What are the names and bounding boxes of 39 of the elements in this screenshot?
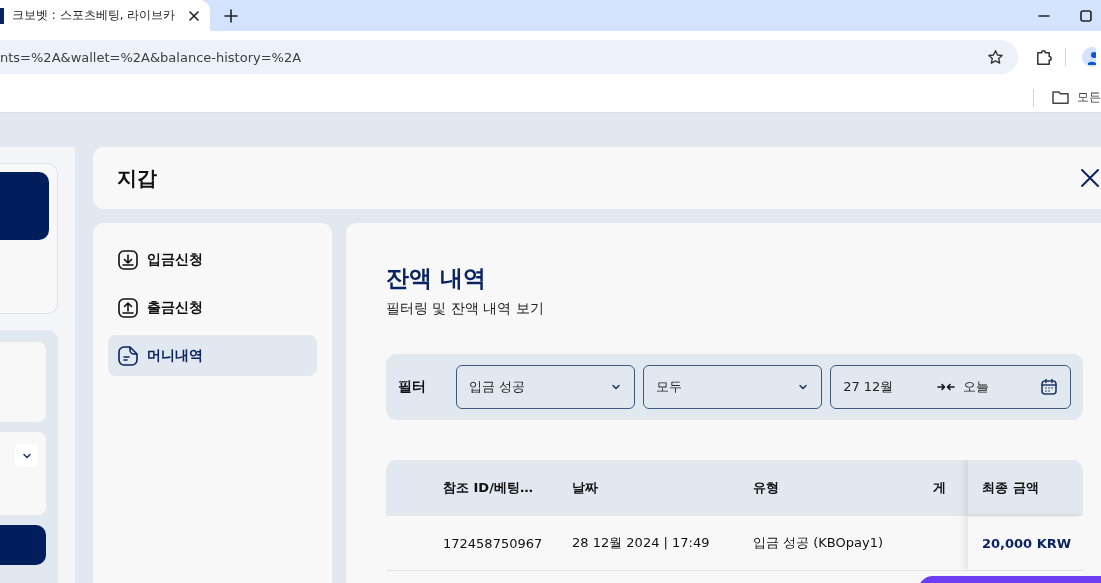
filter-select[interactable]: 입금 성공 (456, 365, 636, 409)
column-header: 참조 ID/베팅… (443, 478, 534, 497)
close-icon[interactable] (1080, 168, 1100, 188)
upload-icon (117, 296, 139, 319)
table-cell-text: 입금 성공 (KBOpay1) (753, 534, 885, 552)
calendar-icon[interactable] (1040, 378, 1058, 396)
browser-tab[interactable]: 크보벳 : 스포츠베팅, 라이브카 (0, 0, 210, 31)
address-bar[interactable]: nts=%2A&wallet=%2A&balance-history=%2A (0, 40, 1018, 74)
column-header: 유형 (753, 478, 780, 497)
page-subtitle: 필터링 및 잔액 내역 보기 (386, 300, 545, 318)
arrows-inward-icon (937, 382, 956, 392)
star-icon[interactable] (987, 48, 1004, 66)
column-header: 최종 금액 (968, 460, 1083, 515)
action-button[interactable] (0, 525, 46, 565)
wallet-title: 지갑 (117, 164, 158, 192)
maximize-icon[interactable] (1080, 9, 1092, 22)
puzzle-icon[interactable] (1034, 47, 1053, 67)
filter-label: 필터 (398, 378, 427, 396)
tab-title: 크보벳 : 스포츠베팅, 라이브카 (12, 7, 177, 24)
close-icon[interactable] (188, 9, 200, 22)
favicon-icon (0, 7, 4, 24)
new-tab-icon[interactable] (224, 8, 238, 23)
column-header: 날짜 (572, 478, 599, 497)
menu-item[interactable]: 출금신청 (108, 287, 317, 328)
menu-item[interactable]: 머니내역 (108, 335, 317, 376)
dropdown-button[interactable] (15, 444, 38, 467)
folder-icon[interactable] (1052, 90, 1069, 105)
filter-select[interactable]: 모두 (643, 365, 823, 409)
column-header: 게 (933, 478, 947, 497)
table-cell: 20,000 KRW (968, 516, 1083, 570)
download-icon (117, 248, 139, 271)
table-cell-text: 28 12월 2024 | 17:49 (572, 534, 711, 552)
menu-item[interactable]: 입금신청 (108, 239, 317, 280)
profile-avatar-icon[interactable] (1082, 47, 1096, 67)
bookmark-folder-label[interactable]: 모든 (1077, 89, 1101, 106)
document-icon (117, 344, 139, 367)
table-cell-text: 172458750967 (443, 534, 544, 553)
date-range-field[interactable]: 27 12월 오늘 (830, 365, 1071, 409)
page-title: 잔액 내역 (386, 264, 487, 293)
